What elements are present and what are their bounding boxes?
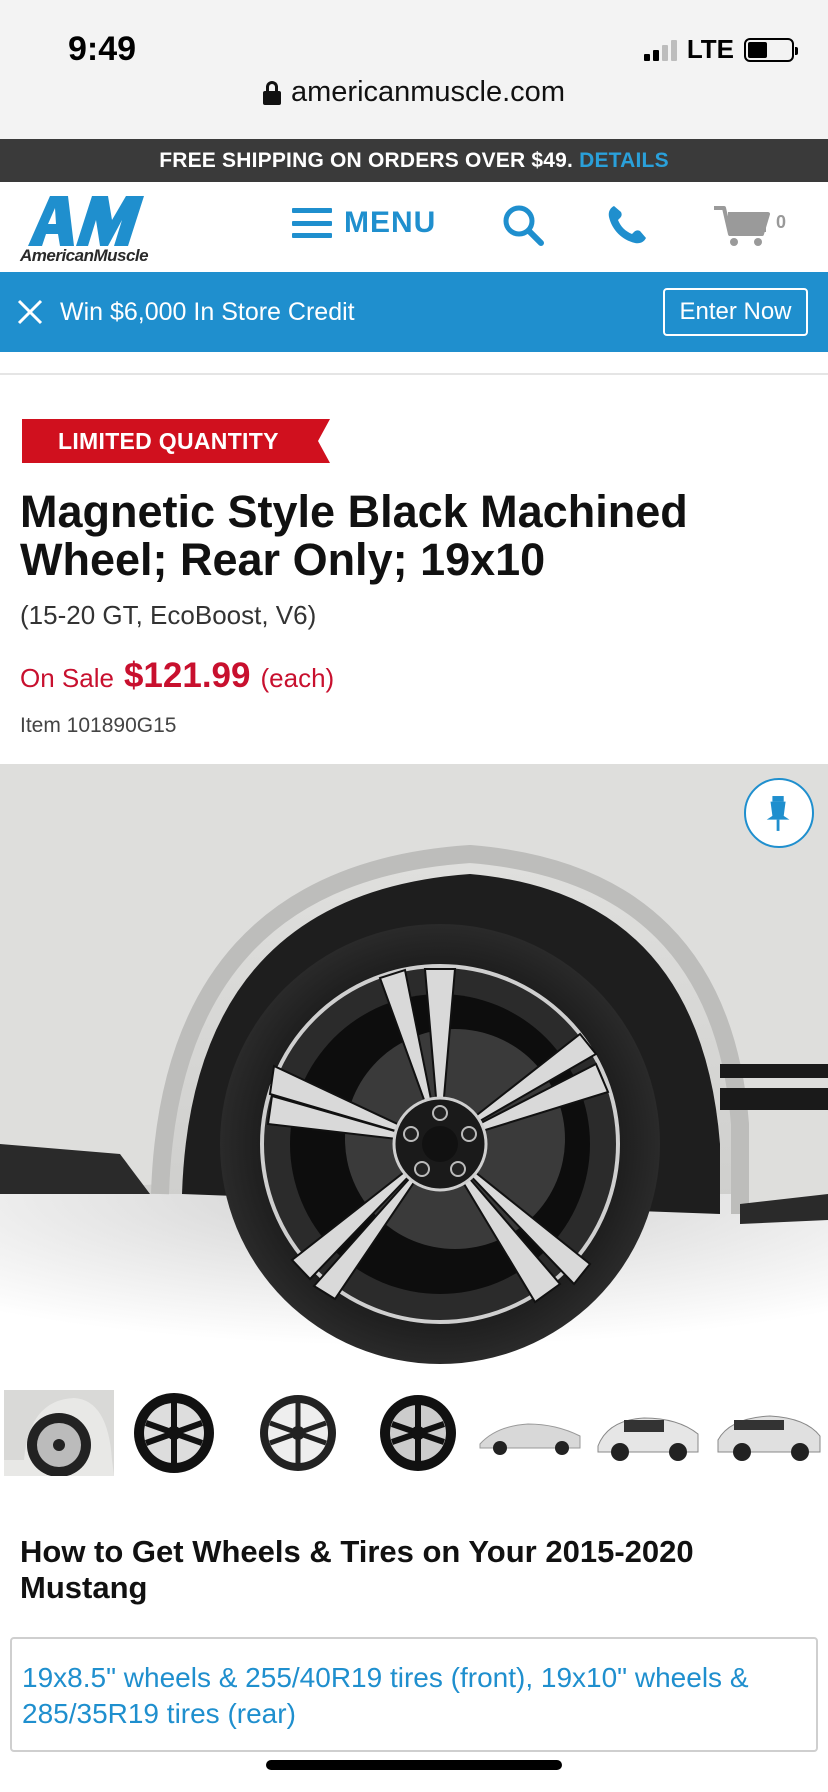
- status-bar: 9:49 LTE americanmuscle.com: [0, 0, 828, 139]
- sale-label: On Sale: [20, 663, 114, 693]
- howto-title: How to Get Wheels & Tires on Your 2015-2…: [20, 1534, 694, 1605]
- price-row: On Sale $121.99 (each): [20, 656, 334, 696]
- price-unit: (each): [260, 663, 335, 693]
- product-price: $121.99: [123, 656, 251, 695]
- product-fitment: (15-20 GT, EcoBoost, V6): [20, 600, 317, 630]
- contest-banner: Win $6,000 In Store Credit Enter Now: [0, 272, 828, 352]
- hamburger-icon: [292, 208, 332, 238]
- menu-button[interactable]: MENU: [292, 206, 436, 240]
- status-indicators: LTE: [643, 34, 798, 65]
- phone-icon[interactable]: [604, 202, 650, 248]
- howto-link[interactable]: 19x8.5" wheels & 255/40R19 tires (front)…: [22, 1660, 762, 1732]
- enter-now-button[interactable]: Enter Now: [663, 288, 808, 336]
- home-indicator[interactable]: [266, 1760, 562, 1770]
- limited-quantity-badge: LIMITED QUANTITY: [58, 428, 279, 454]
- thumbnail-2[interactable]: [124, 1390, 224, 1476]
- product-title: Magnetic Style Black Machined Wheel; Rea…: [20, 486, 688, 585]
- close-icon[interactable]: [16, 298, 44, 326]
- thumbnail-6[interactable]: [594, 1390, 704, 1476]
- thumbnail-7[interactable]: [714, 1390, 824, 1476]
- logo-wordmark: AmericanMuscle: [20, 246, 149, 265]
- status-time: 9:49: [68, 30, 137, 68]
- pin-button[interactable]: [744, 778, 814, 848]
- thumbnail-4[interactable]: [368, 1390, 468, 1476]
- thumbnail-strip: [0, 1390, 828, 1480]
- signal-icon: [643, 39, 677, 61]
- site-header: AmericanMuscle MENU 0: [0, 182, 828, 272]
- item-number: Item 101890G15: [20, 714, 177, 737]
- network-label: LTE: [686, 34, 734, 64]
- thumbnail-3[interactable]: [248, 1390, 348, 1476]
- thumbnail-1[interactable]: [4, 1390, 114, 1476]
- url-bar[interactable]: americanmuscle.com: [0, 76, 828, 109]
- divider: [0, 373, 828, 375]
- thumbnail-5[interactable]: [476, 1390, 586, 1476]
- promo-text: FREE SHIPPING ON ORDERS OVER $49.: [159, 149, 574, 172]
- battery-icon: [744, 37, 798, 62]
- menu-label: MENU: [344, 206, 437, 239]
- lock-icon: [263, 80, 281, 105]
- search-icon[interactable]: [500, 202, 546, 248]
- cart-count: 0: [776, 212, 787, 232]
- product-hero-image[interactable]: [0, 764, 828, 1384]
- pin-icon: [766, 796, 790, 831]
- promo-details-link[interactable]: DETAILS: [579, 149, 669, 172]
- contest-text: Win $6,000 In Store Credit: [60, 298, 355, 326]
- url-text: americanmuscle.com: [291, 76, 565, 108]
- promo-bar: FREE SHIPPING ON ORDERS OVER $49. DETAIL…: [0, 139, 828, 182]
